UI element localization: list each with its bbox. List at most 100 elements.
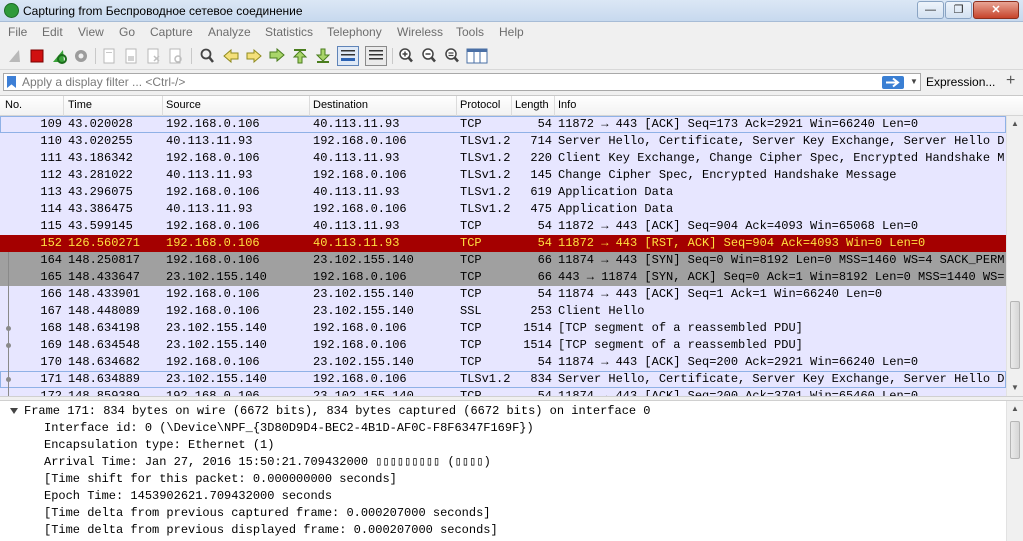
menu-wireless[interactable]: Wireless [397,25,443,39]
go-back-icon[interactable] [222,47,240,65]
close-button[interactable]: ✕ [973,1,1019,19]
scroll-up-arrow[interactable]: ▲ [1007,116,1023,132]
detail-line[interactable]: [Time delta from previous displayed fram… [44,522,1023,539]
column-header-source[interactable]: Source [166,99,201,111]
packet-row[interactable]: 164 148.250817 192.168.0.106 23.102.155.140… [0,252,1006,269]
filter-history-dropdown[interactable]: ▼ [908,75,920,89]
frame-summary-row[interactable]: Frame 171: 834 bytes on wire (6672 bits)… [0,403,1006,420]
packet-row[interactable]: 112 43.281022 40.113.11.93 192.168.0.106 TLS… [0,167,1006,184]
packet-source: 192.168.0.106 [166,355,260,369]
zoom-out-icon[interactable] [420,47,438,65]
column-divider[interactable] [554,96,555,116]
expand-arrow-icon[interactable] [10,408,18,414]
expression-button[interactable]: Expression... [926,75,995,89]
go-to-packet-icon[interactable] [268,47,286,65]
column-divider[interactable] [456,96,457,116]
column-divider[interactable] [63,96,64,116]
go-forward-icon[interactable] [245,47,263,65]
go-last-packet-icon[interactable] [314,47,332,65]
resize-columns-icon[interactable] [466,47,488,65]
packet-list-scrollbar[interactable]: ▲ ▼ [1006,116,1023,396]
column-header-info[interactable]: Info [558,99,576,111]
auto-scroll-icon[interactable] [337,46,359,66]
column-header-time[interactable]: Time [68,99,92,111]
packet-row[interactable]: 169 148.634548 23.102.155.140 192.168.0.106… [0,337,1006,354]
packet-row[interactable]: 167 148.448089 192.168.0.106 23.102.155.140… [0,303,1006,320]
shark-fin-start-icon[interactable] [6,47,24,65]
menu-edit[interactable]: Edit [42,25,63,39]
scroll-up-arrow[interactable]: ▲ [1007,401,1023,417]
minimize-button[interactable]: — [917,1,944,19]
detail-line[interactable]: [Time delta from previous captured frame… [44,505,1023,522]
packet-row[interactable]: 115 43.599145 192.168.0.106 40.113.11.93 TCP… [0,218,1006,235]
packet-row[interactable]: 166 148.433901 192.168.0.106 23.102.155.140… [0,286,1006,303]
packet-info: Application Data [558,202,674,216]
column-header-no[interactable]: No. [5,99,22,111]
find-packet-icon[interactable] [198,47,216,65]
column-header-destination[interactable]: Destination [313,99,368,111]
menu-analyze[interactable]: Analyze [208,25,251,39]
menu-statistics[interactable]: Statistics [265,25,313,39]
packet-row[interactable]: 172 148.859389 192.168.0.106 23.102.155.140… [0,388,1006,396]
packet-protocol: TLSv1.2 [460,372,511,386]
conversation-marker [6,303,11,320]
menu-view[interactable]: View [78,25,104,39]
scrollbar-thumb[interactable] [1010,421,1020,459]
details-scrollbar[interactable]: ▲ [1006,401,1023,541]
save-file-icon[interactable] [122,47,140,65]
menu-go[interactable]: Go [119,25,135,39]
menu-tools[interactable]: Tools [456,25,484,39]
packet-time: 43.386475 [68,202,133,216]
normal-size-icon[interactable] [443,47,461,65]
restart-capture-icon[interactable] [50,47,68,65]
window-title: Capturing from Беспроводное сетевое соед… [23,4,303,18]
detail-line[interactable]: [Time shift for this packet: 0.000000000… [44,471,1023,488]
packet-row[interactable]: 152 126.560271 192.168.0.106 40.113.11.93 TC… [0,235,1006,252]
close-file-icon[interactable] [144,47,162,65]
packet-row[interactable]: 114 43.386475 40.113.11.93 192.168.0.106 TLS… [0,201,1006,218]
packet-row[interactable]: 113 43.296075 192.168.0.106 40.113.11.93 TLS… [0,184,1006,201]
packet-row[interactable]: 165 148.433647 23.102.155.140 192.168.0.106… [0,269,1006,286]
capture-options-icon[interactable] [72,47,90,65]
packet-protocol: TCP [460,219,482,233]
detail-line[interactable]: Encapsulation type: Ethernet (1) [44,437,1023,454]
menu-file[interactable]: File [8,25,27,39]
packet-row[interactable]: 168 148.634198 23.102.155.140 192.168.0.106… [0,320,1006,337]
packet-row[interactable]: 171 148.634889 23.102.155.140 192.168.0.106… [0,371,1006,388]
go-first-packet-icon[interactable] [291,47,309,65]
colorize-icon[interactable] [365,46,387,66]
column-divider[interactable] [162,96,163,116]
scrollbar-thumb[interactable] [1010,301,1020,369]
packet-destination: 23.102.155.140 [313,355,414,369]
column-divider[interactable] [511,96,512,116]
bookmark-icon[interactable] [7,76,16,88]
packet-info: Server Hello, Certificate, Server Key Ex… [558,134,1005,148]
menu-telephony[interactable]: Telephony [327,25,382,39]
detail-line[interactable]: Interface id: 0 (\Device\NPF_{3D80D9D4-B… [44,420,1023,437]
display-filter-input[interactable] [22,75,872,89]
column-header-length[interactable]: Length [515,99,549,111]
scroll-down-arrow[interactable]: ▼ [1007,380,1023,396]
related-packet-dot [6,343,11,348]
reload-icon[interactable] [166,47,184,65]
packet-destination: 40.113.11.93 [313,219,400,233]
packet-row[interactable]: 110 43.020255 40.113.11.93 192.168.0.106 TLS… [0,133,1006,150]
maximize-button[interactable]: ❐ [945,1,972,19]
zoom-in-icon[interactable] [397,47,415,65]
stop-capture-icon[interactable] [28,47,46,65]
packet-row[interactable]: 170 148.634682 192.168.0.106 23.102.155.140… [0,354,1006,371]
packet-row[interactable]: 111 43.186342 192.168.0.106 40.113.11.93 TLS… [0,150,1006,167]
menu-capture[interactable]: Capture [150,25,193,39]
packet-destination: 192.168.0.106 [313,372,407,386]
packet-row[interactable]: 109 43.020028 192.168.0.106 40.113.11.93 TCP… [0,116,1006,133]
packet-length: 1514 [523,321,552,335]
apply-filter-button[interactable] [882,76,904,89]
detail-line[interactable]: Arrival Time: Jan 27, 2016 15:50:21.7094… [44,454,1023,471]
detail-line[interactable]: Epoch Time: 1453902621.709432000 seconds [44,488,1023,505]
column-header-protocol[interactable]: Protocol [460,99,500,111]
open-file-icon[interactable] [100,47,118,65]
add-filter-button[interactable]: + [1006,72,1015,90]
packet-list-header: No. Time Source Destination Protocol Len… [0,96,1023,116]
column-divider[interactable] [309,96,310,116]
menu-help[interactable]: Help [499,25,524,39]
